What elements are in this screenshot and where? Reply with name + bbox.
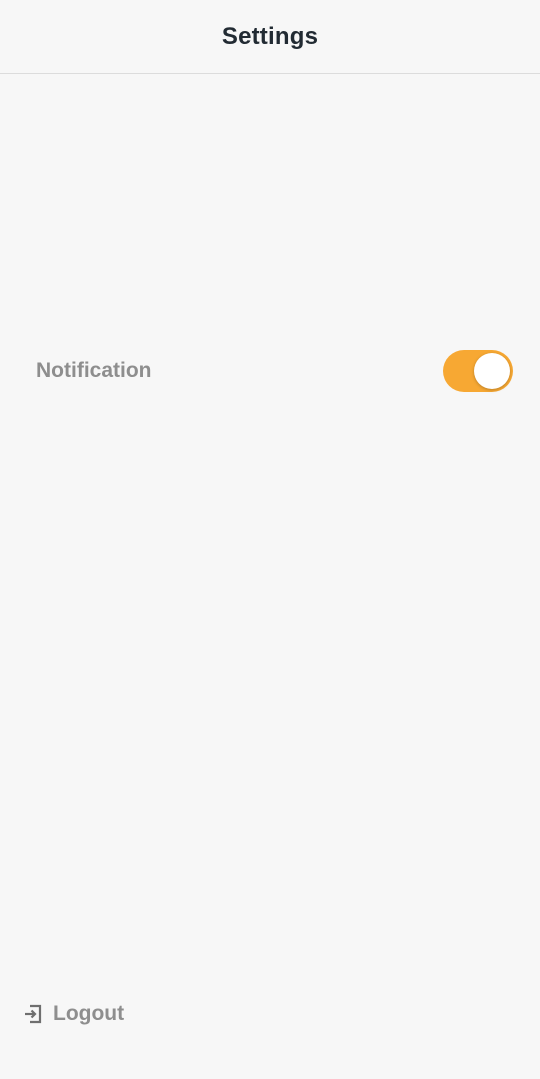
logout-button[interactable]: Logout <box>22 998 124 1030</box>
toggle-knob <box>474 353 510 389</box>
notification-label: Notification <box>36 359 152 382</box>
notification-toggle[interactable] <box>443 350 513 392</box>
page-title: Settings <box>221 22 319 50</box>
notification-setting-row: Notification <box>0 340 540 402</box>
logout-label: Logout <box>53 1002 125 1025</box>
top-app-bar: Settings <box>0 0 540 74</box>
logout-icon <box>22 1003 44 1025</box>
